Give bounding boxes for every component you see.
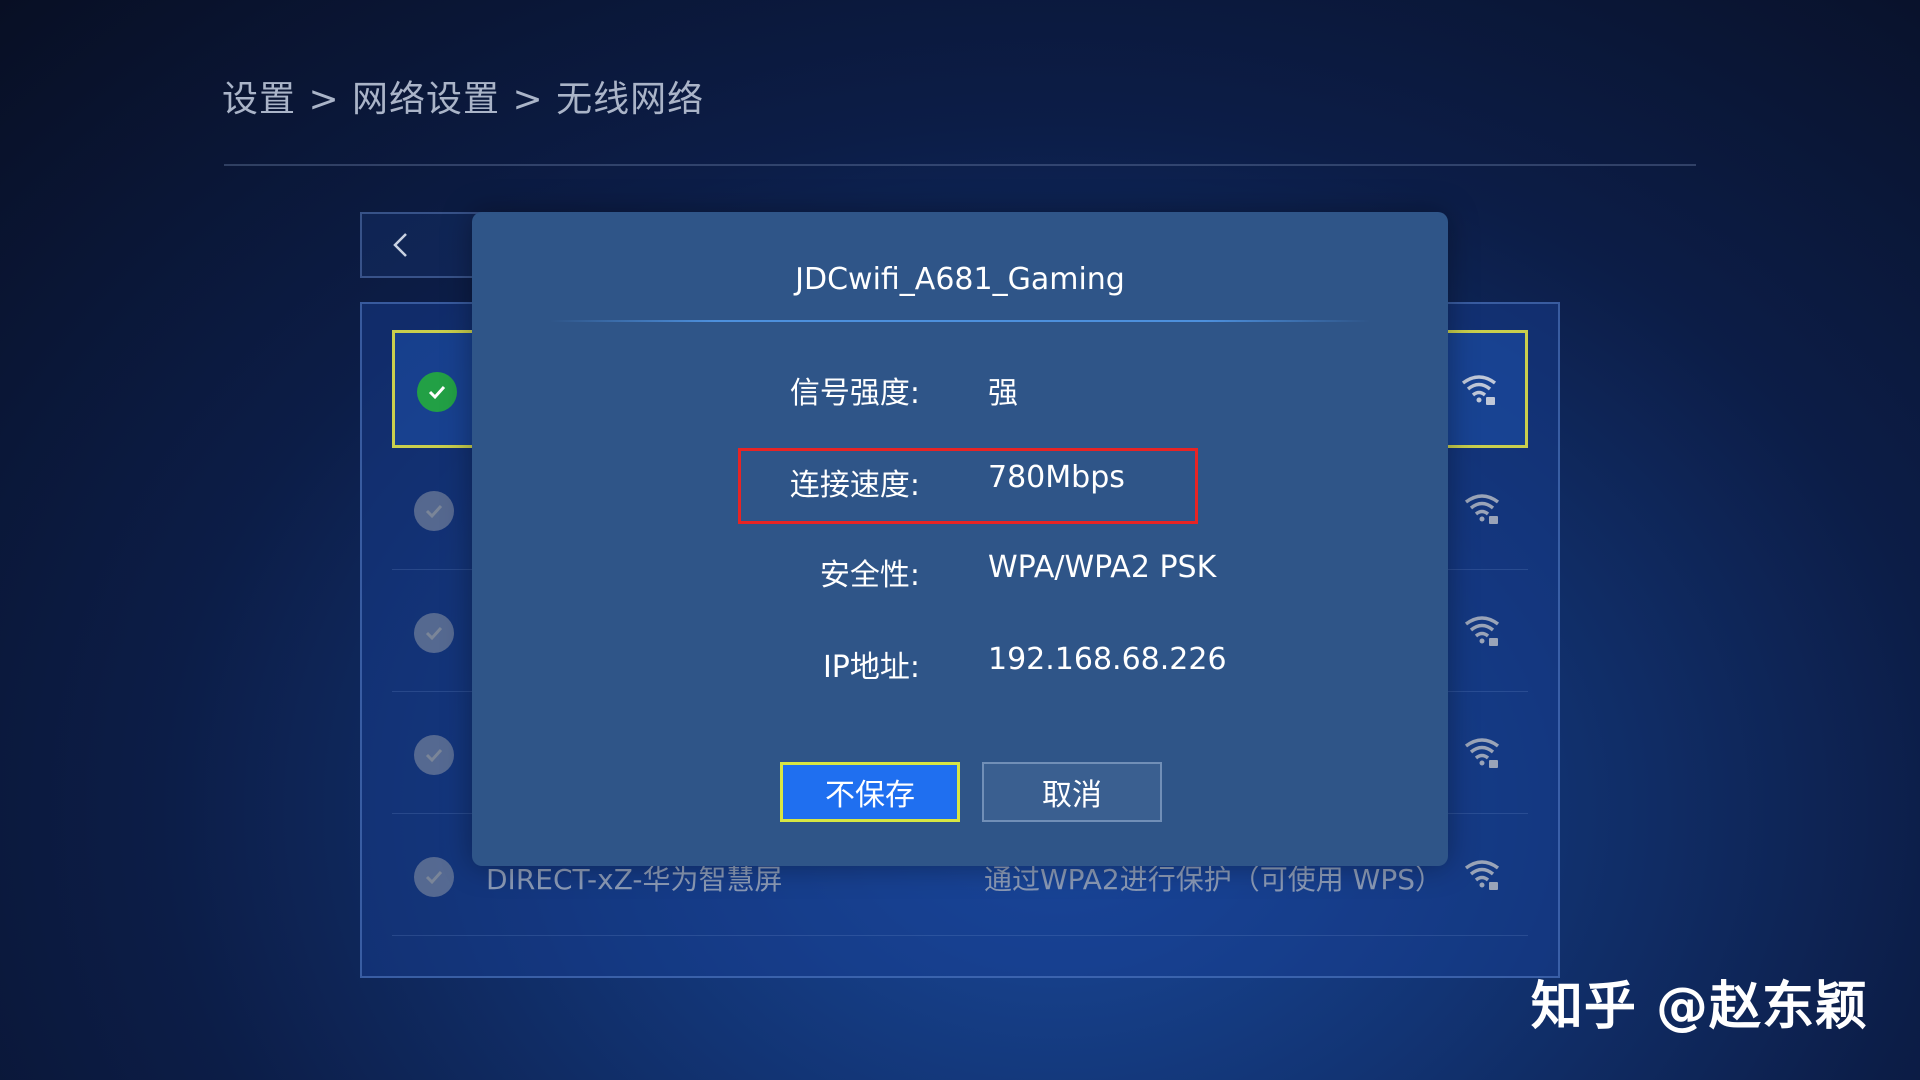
- ip-address-value: 192.168.68.226: [988, 642, 1227, 677]
- dialog-title: JDCwifi_A681_Gaming: [795, 262, 1125, 297]
- ip-address-label: IP地址:: [822, 650, 920, 685]
- wifi-lock-icon: [1461, 375, 1497, 405]
- ip-address-row: IP地址: 192.168.68.226: [472, 642, 1448, 692]
- chevron-left-icon: [393, 233, 407, 257]
- check-icon: [414, 857, 454, 897]
- security-row: 安全性: WPA/WPA2 PSK: [472, 550, 1448, 600]
- check-icon: [417, 372, 457, 412]
- wifi-lock-icon: [1464, 494, 1500, 524]
- check-icon: [414, 613, 454, 653]
- forget-network-button[interactable]: 不保存: [780, 762, 960, 822]
- signal-strength-row: 信号强度: 强: [472, 368, 1448, 418]
- security-value: WPA/WPA2 PSK: [988, 550, 1217, 585]
- wifi-lock-icon: [1464, 860, 1500, 890]
- watermark: 知乎 @赵东颖: [1530, 977, 1868, 1037]
- dialog-divider: [550, 320, 1370, 322]
- top-divider: [224, 164, 1696, 166]
- check-icon: [414, 491, 454, 531]
- breadcrumb: 设置 > 网络设置 > 无线网络: [222, 79, 705, 120]
- network-details-dialog: JDCwifi_A681_Gaming 信号强度: 强 连接速度: 780Mbp…: [472, 212, 1448, 866]
- wifi-lock-icon: [1464, 616, 1500, 646]
- signal-strength-label: 信号强度:: [789, 376, 920, 411]
- wifi-lock-icon: [1464, 738, 1500, 768]
- signal-strength-value: 强: [988, 376, 1018, 411]
- check-icon: [414, 735, 454, 775]
- connection-speed-label: 连接速度:: [789, 468, 920, 503]
- cancel-button[interactable]: 取消: [982, 762, 1162, 822]
- security-label: 安全性:: [819, 558, 920, 593]
- connection-speed-row: 连接速度: 780Mbps: [472, 460, 1448, 510]
- connection-speed-value: 780Mbps: [988, 460, 1125, 495]
